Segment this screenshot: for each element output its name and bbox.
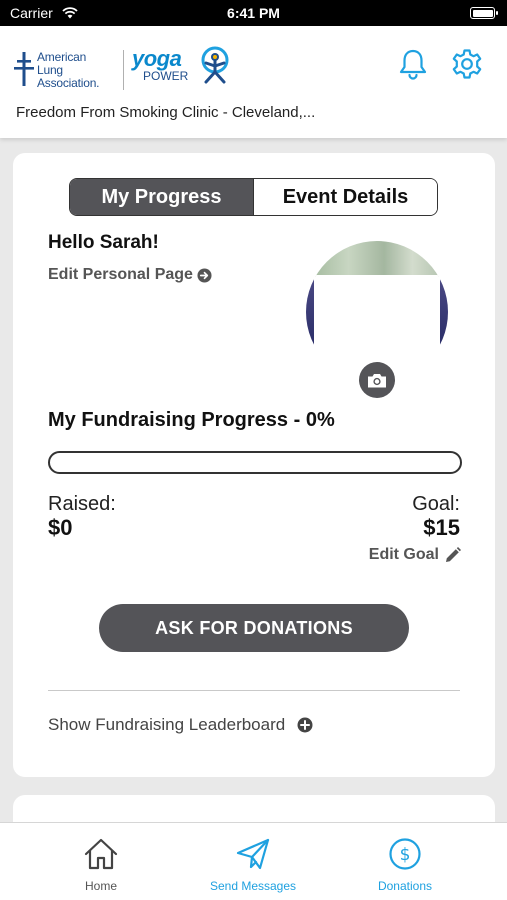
double-cross-icon: [14, 52, 34, 86]
goal-value: $15: [423, 515, 460, 540]
battery-icon: [470, 7, 498, 19]
show-leaderboard-label: Show Fundraising Leaderboard: [48, 715, 286, 734]
goal-label: Goal:: [412, 493, 460, 515]
change-photo-button[interactable]: [359, 362, 395, 398]
plus-circle-icon: [297, 717, 313, 733]
tab-my-progress[interactable]: My Progress: [70, 179, 253, 215]
edit-personal-page-label: Edit Personal Page: [48, 266, 193, 283]
raised-value: $0: [48, 515, 73, 540]
progress-card: My Progress Event Details Hello Sarah! E…: [13, 153, 495, 777]
edit-goal-label: Edit Goal: [368, 546, 439, 563]
yoga-figure-icon: [201, 46, 229, 84]
status-bar: Carrier 6:41 PM: [0, 0, 507, 26]
bottom-tab-bar: Home Send Messages $ Donations: [0, 822, 507, 900]
power-word: POWER: [143, 69, 189, 83]
edit-goal-link[interactable]: Edit Goal: [369, 546, 461, 564]
gear-icon: [452, 49, 482, 79]
bell-icon: [399, 49, 427, 80]
ask-for-donations-button[interactable]: ASK FOR DONATIONS: [99, 604, 409, 652]
greeting: Hello Sarah!: [48, 232, 159, 253]
fundraising-progress-bar: [48, 451, 462, 474]
raised-label: Raised:: [48, 493, 116, 515]
paper-plane-icon: [236, 838, 270, 870]
tab-home[interactable]: Home: [41, 837, 161, 893]
tab-donations-label: Donations: [377, 879, 433, 893]
logo-divider: [123, 50, 124, 90]
edit-personal-page-link[interactable]: Edit Personal Page: [48, 266, 212, 284]
notifications-button[interactable]: [398, 48, 428, 85]
yoga-power-logo: yoga POWER: [132, 46, 242, 96]
american-lung-association-logo: American Lung Association.: [14, 48, 114, 96]
fundraising-progress-title: My Fundraising Progress - 0%: [48, 409, 335, 431]
tab-send-messages-label: Send Messages: [209, 879, 297, 893]
home-icon: [84, 838, 118, 870]
clinic-name[interactable]: Freedom From Smoking Clinic - Cleveland,…: [16, 104, 315, 121]
segmented-control: My Progress Event Details: [69, 178, 438, 216]
ala-logo-line: Association.: [37, 76, 100, 90]
show-leaderboard-link[interactable]: Show Fundraising Leaderboard: [48, 715, 313, 735]
app-header: American Lung Association. yoga POWER Fr…: [0, 26, 507, 138]
tab-event-details[interactable]: Event Details: [253, 179, 437, 215]
svg-text:$: $: [400, 845, 411, 865]
tab-donations[interactable]: $ Donations: [345, 837, 465, 893]
settings-button[interactable]: [451, 48, 483, 85]
dollar-circle-icon: $: [389, 838, 421, 870]
clock-time: 6:41 PM: [227, 5, 280, 21]
camera-icon: [368, 373, 386, 387]
pencil-icon: [446, 546, 461, 562]
arrow-right-circle-icon: [197, 267, 212, 283]
tab-home-label: Home: [84, 879, 117, 893]
tab-send-messages[interactable]: Send Messages: [193, 837, 313, 893]
divider: [48, 690, 460, 691]
